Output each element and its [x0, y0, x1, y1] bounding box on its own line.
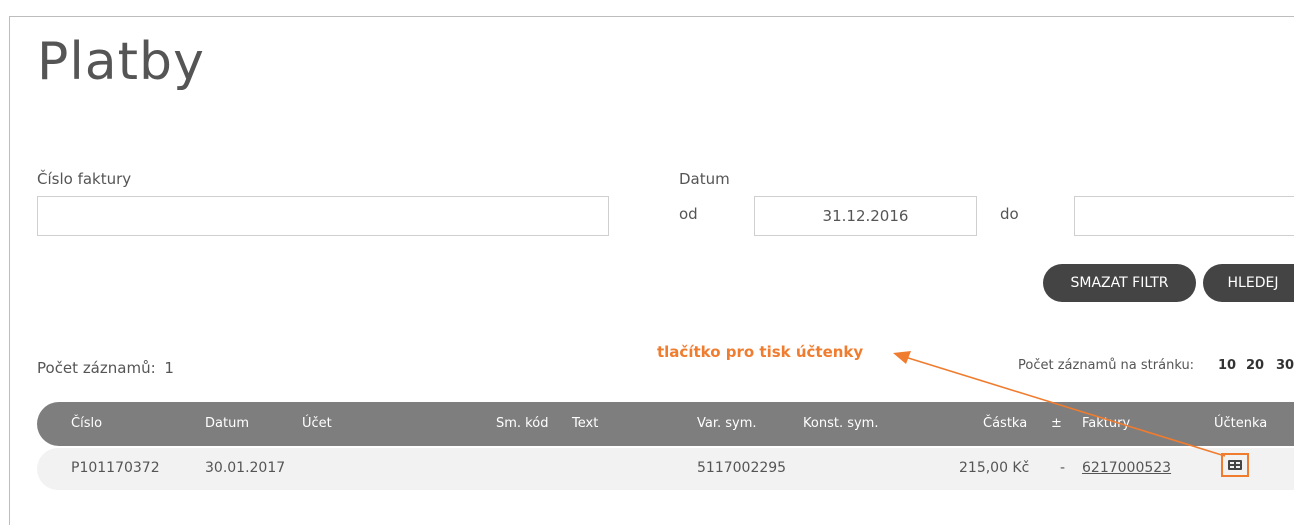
print-receipt-button[interactable] — [1221, 453, 1249, 477]
column-header-konst-sym[interactable]: Konst. sym. — [803, 416, 878, 431]
column-header-datum[interactable]: Datum — [205, 416, 249, 431]
cell-datum: 30.01.2017 — [205, 460, 286, 476]
column-header-var-sym[interactable]: Var. sym. — [697, 416, 757, 431]
per-page-option-30[interactable]: 30 — [1276, 358, 1294, 373]
column-header-cislo[interactable]: Číslo — [71, 416, 102, 431]
search-button[interactable]: HLEDEJ — [1203, 264, 1294, 302]
clear-filter-button[interactable]: SMAZAT FILTR — [1043, 264, 1196, 302]
table-row: P101170372 30.01.2017 5117002295 215,00 … — [37, 448, 1294, 490]
invoice-number-label: Číslo faktury — [37, 170, 132, 188]
column-header-castka[interactable]: Částka — [983, 416, 1027, 431]
cell-cislo: P101170372 — [71, 460, 160, 476]
page-title: Platby — [37, 32, 205, 92]
column-header-faktury[interactable]: Faktury — [1082, 416, 1130, 431]
date-from-label: od — [679, 205, 698, 223]
per-page-option-10[interactable]: 10 — [1218, 358, 1236, 373]
per-page-option-20[interactable]: 20 — [1246, 358, 1264, 373]
cell-castka: 215,00 Kč — [959, 460, 1030, 476]
column-header-plusminus: ± — [1051, 416, 1062, 431]
table-header: Číslo Datum Účet Sm. kód Text Var. sym. … — [37, 402, 1294, 446]
receipt-button-annotation: tlačítko pro tisk účtenky — [657, 343, 864, 361]
column-header-ucet[interactable]: Účet — [302, 416, 332, 431]
receipt-print-icon — [1227, 456, 1243, 475]
column-header-sm-kod[interactable]: Sm. kód — [496, 416, 548, 431]
cell-plusminus: - — [1060, 460, 1066, 476]
date-label: Datum — [679, 170, 730, 188]
date-from-input[interactable] — [754, 196, 977, 236]
record-count: Počet záznamů: 1 — [37, 359, 174, 377]
invoice-number-input[interactable] — [37, 196, 609, 236]
column-header-uctenka: Účtenka — [1214, 416, 1268, 431]
record-count-label: Počet záznamů: — [37, 359, 156, 377]
date-to-input[interactable] — [1074, 196, 1294, 236]
cell-invoice-link[interactable]: 6217000523 — [1082, 460, 1171, 476]
record-count-value: 1 — [164, 359, 174, 377]
per-page-label: Počet záznamů na stránku: — [1018, 358, 1195, 373]
date-to-label: do — [1000, 205, 1019, 223]
column-header-text[interactable]: Text — [572, 416, 598, 431]
cell-var-sym: 5117002295 — [697, 460, 787, 476]
